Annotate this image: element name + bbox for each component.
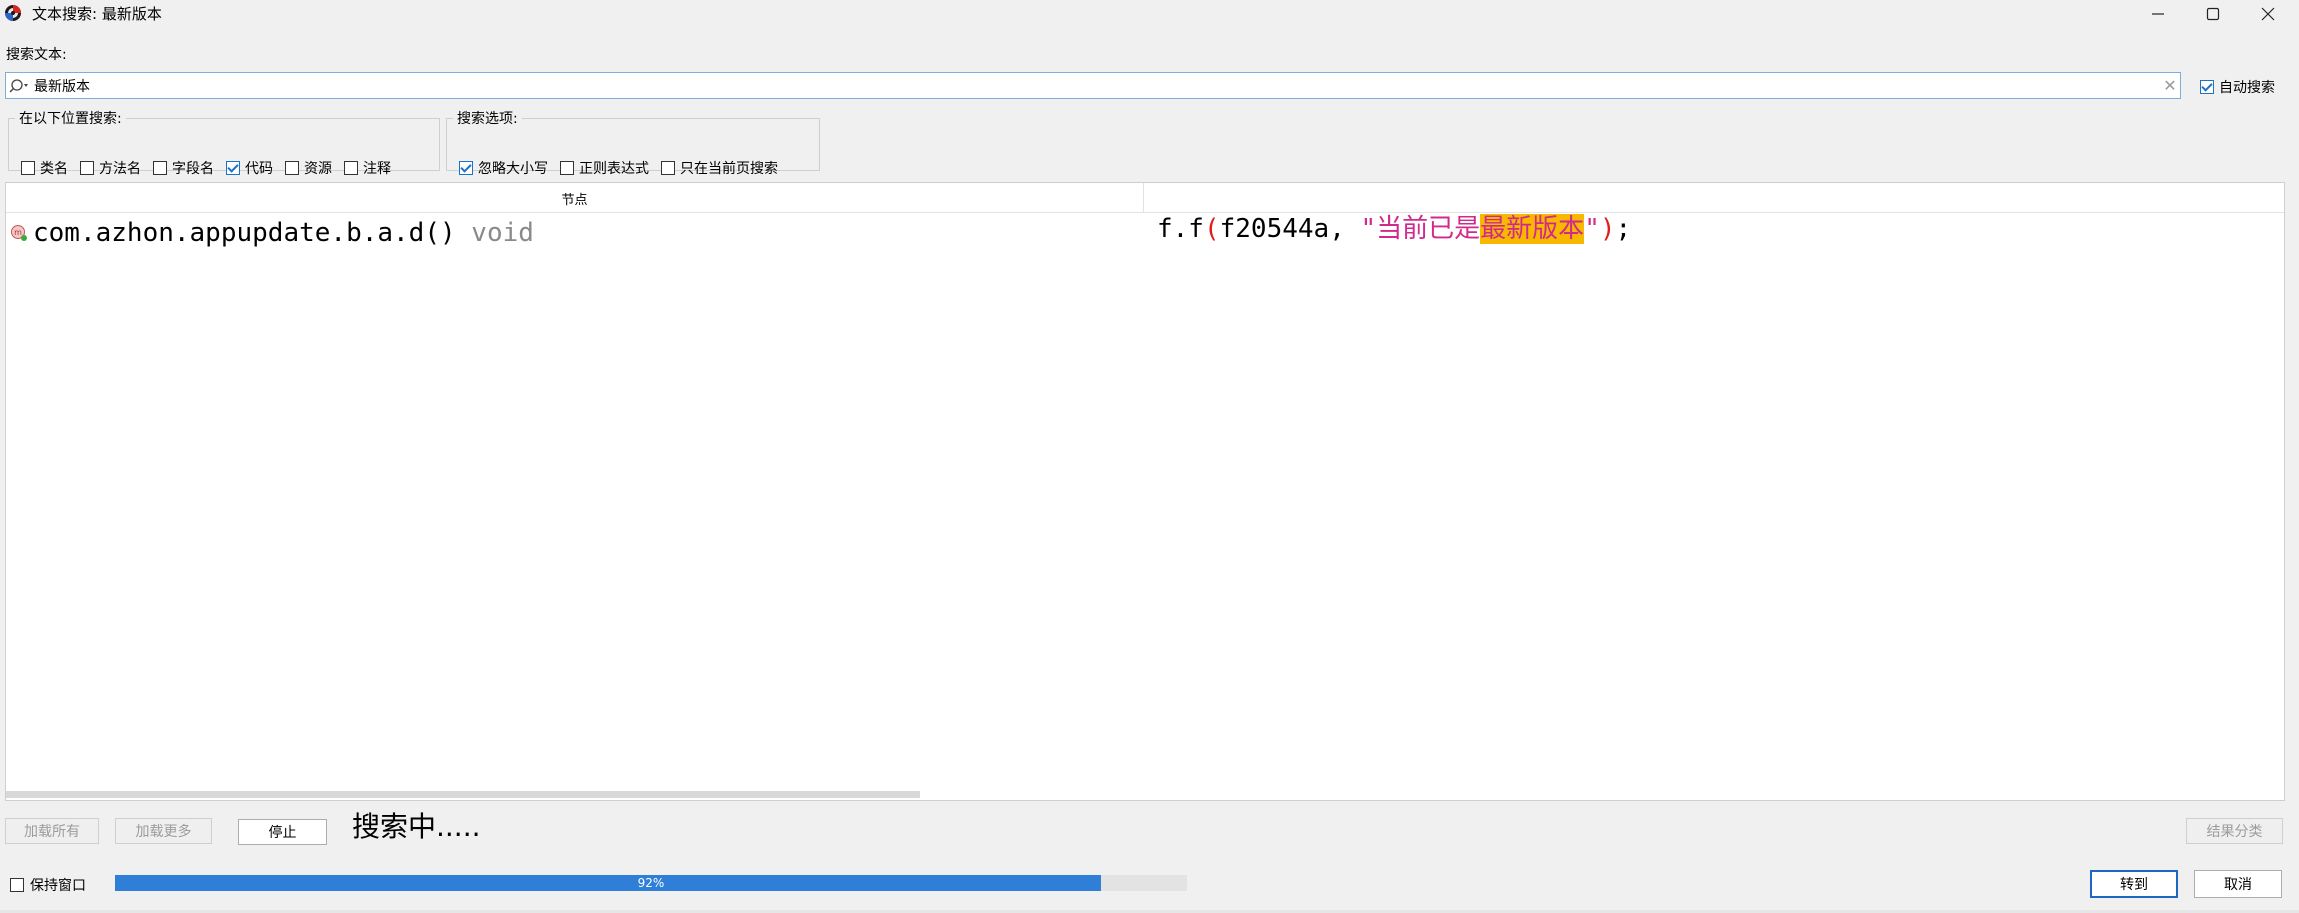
option-label: 正则表达式	[579, 161, 649, 177]
option-ignore-case[interactable]: 忽略大小写	[459, 158, 548, 178]
search-status: 搜索中.....	[352, 810, 481, 843]
cancel-button[interactable]: 取消	[2194, 870, 2282, 898]
minimize-icon	[2152, 13, 2164, 15]
method-name-check[interactable]	[80, 161, 94, 175]
categorize-results-button[interactable]: 结果分类	[2186, 818, 2283, 844]
search-icon[interactable]	[9, 76, 29, 96]
svg-text:m: m	[14, 228, 22, 237]
keep-window-label: 保持窗口	[30, 878, 86, 894]
progress-bar: 92%	[115, 875, 1187, 891]
table-row[interactable]: m com.azhon.appupdate.b.a.d() void f.f(f…	[6, 213, 2284, 251]
code-string-start: "当前已是	[1360, 214, 1481, 244]
option-class-name[interactable]: 类名	[21, 158, 68, 178]
search-input[interactable]	[34, 73, 2134, 98]
code-check[interactable]	[226, 161, 240, 175]
stop-button[interactable]: 停止	[238, 819, 327, 845]
class-name-check[interactable]	[21, 161, 35, 175]
option-method-name[interactable]: 方法名	[80, 158, 141, 178]
option-label: 类名	[40, 161, 68, 177]
ignore-case-check[interactable]	[459, 161, 473, 175]
search-options-group: 搜索选项: 忽略大小写 正则表达式 只在当前页搜索	[446, 108, 820, 177]
search-location-legend: 在以下位置搜索:	[19, 111, 122, 127]
option-label: 方法名	[99, 161, 141, 177]
result-node-name: com.azhon.appupdate.b.a.d()	[33, 218, 456, 248]
code-close-paren: )	[1599, 214, 1616, 244]
window-title: 文本搜索: 最新版本	[32, 5, 162, 23]
option-label: 代码	[245, 161, 273, 177]
progress-label: 92%	[637, 876, 665, 890]
code-highlight: 最新版本	[1480, 214, 1585, 244]
method-icon: m	[11, 225, 27, 241]
option-label: 资源	[304, 161, 332, 177]
comments-check[interactable]	[344, 161, 358, 175]
field-name-check[interactable]	[153, 161, 167, 175]
table-header: 节点	[6, 183, 2284, 213]
option-resources[interactable]: 资源	[285, 158, 332, 178]
code-string-end: "	[1584, 214, 1600, 244]
option-current-page[interactable]: 只在当前页搜索	[661, 158, 778, 178]
result-code: f.f(f20544a, "当前已是最新版本");	[1157, 213, 1631, 245]
current-page-check[interactable]	[661, 161, 675, 175]
minimize-button[interactable]	[2135, 0, 2181, 28]
option-comments[interactable]: 注释	[344, 158, 391, 178]
auto-search-checkbox[interactable]: 自动搜索	[2200, 77, 2275, 97]
option-label: 忽略大小写	[478, 161, 548, 177]
option-label: 字段名	[172, 161, 214, 177]
auto-search-check[interactable]	[2200, 80, 2214, 94]
load-all-button[interactable]: 加载所有	[5, 818, 99, 844]
app-logo-icon	[5, 5, 21, 21]
keep-window-checkbox[interactable]: 保持窗口	[10, 875, 86, 895]
maximize-icon	[2206, 7, 2220, 21]
goto-button[interactable]: 转到	[2090, 870, 2178, 898]
title-bar: 文本搜索: 最新版本	[0, 0, 2299, 28]
clear-icon[interactable]: ✕	[2161, 77, 2179, 95]
result-node-type: void	[471, 218, 534, 248]
result-node: com.azhon.appupdate.b.a.d() void	[33, 217, 534, 249]
maximize-button[interactable]	[2190, 0, 2236, 28]
code-suffix: ;	[1615, 214, 1632, 244]
horizontal-scrollbar[interactable]	[6, 788, 2284, 800]
results-table[interactable]: 节点 m com.azhon.appupdate.b.a.d() void f.…	[5, 182, 2285, 801]
resources-check[interactable]	[285, 161, 299, 175]
code-prefix: f.f	[1157, 214, 1204, 244]
search-location-group: 在以下位置搜索: 类名 方法名 字段名 代码 资源 注释	[8, 108, 440, 177]
scrollbar-thumb[interactable]	[6, 791, 920, 798]
code-arg: f20544a,	[1219, 214, 1361, 244]
close-button[interactable]	[2245, 0, 2291, 28]
option-label: 只在当前页搜索	[680, 161, 778, 177]
option-code[interactable]: 代码	[226, 158, 273, 178]
option-regex[interactable]: 正则表达式	[560, 158, 649, 178]
search-options-legend: 搜索选项:	[457, 111, 518, 127]
close-icon	[2261, 7, 2275, 21]
load-more-button[interactable]: 加载更多	[115, 818, 212, 844]
regex-check[interactable]	[560, 161, 574, 175]
search-label: 搜索文本:	[6, 47, 67, 63]
code-open-paren: (	[1203, 214, 1220, 244]
auto-search-label: 自动搜索	[2219, 80, 2275, 96]
option-label: 注释	[363, 161, 391, 177]
keep-window-check[interactable]	[10, 878, 24, 892]
column-header-node[interactable]: 节点	[6, 183, 1144, 213]
search-box[interactable]: ✕	[5, 72, 2181, 99]
option-field-name[interactable]: 字段名	[153, 158, 214, 178]
